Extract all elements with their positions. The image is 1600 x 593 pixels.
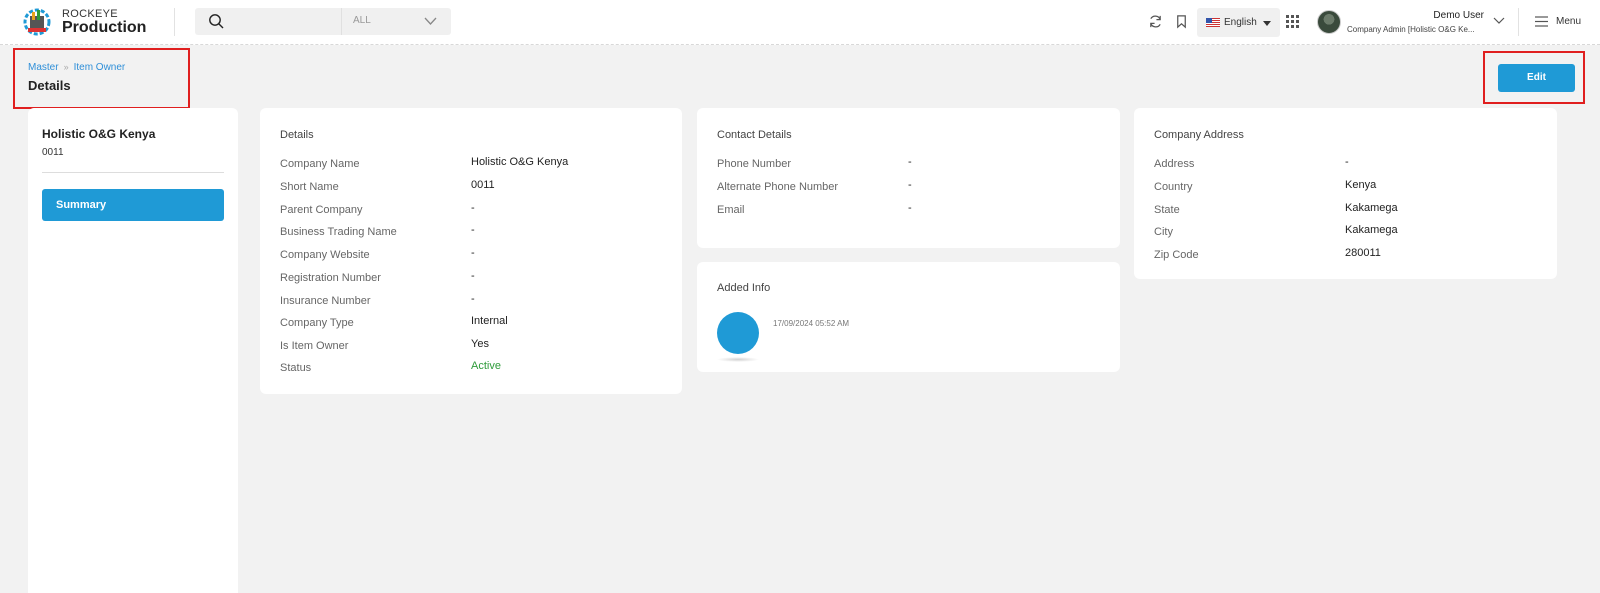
field-value: - bbox=[1345, 156, 1349, 168]
divider bbox=[174, 8, 175, 36]
added-timestamp: 17/09/2024 05:52 AM bbox=[773, 319, 850, 328]
apps-grid-icon[interactable] bbox=[1286, 15, 1299, 28]
field-value: Yes bbox=[471, 338, 489, 350]
search-scope-value: ALL bbox=[353, 15, 371, 26]
field-value: - bbox=[908, 156, 912, 168]
user-role: Company Admin [Holistic O&G Ke... bbox=[1347, 25, 1475, 34]
menu-label: Menu bbox=[1556, 16, 1582, 27]
divider bbox=[42, 172, 224, 173]
avatar-shadow bbox=[717, 357, 759, 362]
summary-panel: Holistic O&G Kenya 0011 Summary bbox=[28, 108, 238, 593]
added-info-title: Added Info bbox=[717, 282, 771, 294]
field-value: Internal bbox=[471, 315, 508, 327]
field-label: Is Item Owner bbox=[280, 340, 349, 352]
field-value: 0011 bbox=[471, 179, 495, 191]
field-value: - bbox=[471, 293, 475, 305]
bookmark-icon[interactable] bbox=[1174, 14, 1189, 29]
brand-title: Production bbox=[62, 19, 147, 36]
field-value: - bbox=[471, 202, 475, 214]
field-label: Alternate Phone Number bbox=[717, 181, 839, 193]
avatar bbox=[717, 312, 759, 354]
field-label: City bbox=[1154, 226, 1173, 238]
address-card: Company Address Address - Country Kenya … bbox=[1134, 108, 1557, 279]
field-label: Email bbox=[717, 204, 745, 216]
field-value: - bbox=[471, 247, 475, 259]
field-label: State bbox=[1154, 204, 1180, 216]
field-value: Holistic O&G Kenya bbox=[471, 156, 569, 168]
field-label: Company Name bbox=[280, 158, 360, 170]
highlight-box bbox=[1483, 51, 1585, 104]
field-label: Registration Number bbox=[280, 272, 381, 284]
details-title: Details bbox=[280, 129, 314, 141]
summary-tab[interactable]: Summary bbox=[42, 189, 224, 221]
search-icon[interactable] bbox=[208, 13, 224, 29]
details-card: Details Company Name Holistic O&G Kenya … bbox=[260, 108, 682, 394]
avatar[interactable] bbox=[1317, 10, 1341, 34]
field-value: Kenya bbox=[1345, 179, 1377, 191]
hamburger-icon bbox=[1535, 16, 1548, 27]
top-bar: ROCKEYE Production ALL English Demo User… bbox=[0, 0, 1600, 45]
field-label: Short Name bbox=[280, 181, 339, 193]
highlight-box bbox=[13, 48, 190, 109]
divider bbox=[1518, 8, 1519, 36]
field-label: Status bbox=[280, 362, 312, 374]
address-title: Company Address bbox=[1154, 129, 1244, 141]
field-label: Zip Code bbox=[1154, 249, 1199, 261]
chevron-down-icon[interactable] bbox=[1493, 16, 1505, 25]
field-value: - bbox=[908, 179, 912, 191]
field-value: - bbox=[908, 202, 912, 214]
field-label: Insurance Number bbox=[280, 295, 371, 307]
user-name[interactable]: Demo User bbox=[1433, 10, 1484, 21]
field-label: Address bbox=[1154, 158, 1195, 170]
contact-title: Contact Details bbox=[717, 129, 792, 141]
language-select[interactable]: English bbox=[1197, 8, 1280, 37]
field-value: - bbox=[471, 224, 475, 236]
contact-card: Contact Details Phone Number - Alternate… bbox=[697, 108, 1120, 248]
field-value: 280011 bbox=[1345, 247, 1381, 259]
org-name: Holistic O&G Kenya bbox=[42, 127, 156, 141]
search-scope-select[interactable]: ALL bbox=[341, 8, 451, 35]
status-badge: Active bbox=[471, 360, 501, 372]
field-value: Kakamega bbox=[1345, 202, 1398, 214]
global-search[interactable]: ALL bbox=[195, 8, 451, 35]
field-label: Company Website bbox=[280, 249, 370, 261]
language-value: English bbox=[1224, 17, 1257, 28]
refresh-icon[interactable] bbox=[1148, 14, 1163, 29]
field-label: Phone Number bbox=[717, 158, 791, 170]
field-value: Kakamega bbox=[1345, 224, 1398, 236]
field-label: Parent Company bbox=[280, 204, 363, 216]
us-flag-icon bbox=[1206, 18, 1220, 27]
field-label: Company Type bbox=[280, 317, 354, 329]
chevron-down-icon bbox=[424, 17, 437, 25]
menu-button[interactable]: Menu bbox=[1535, 15, 1595, 31]
field-label: Country bbox=[1154, 181, 1193, 193]
org-code: 0011 bbox=[42, 147, 64, 158]
gear-logo-icon[interactable] bbox=[22, 6, 52, 38]
field-value: - bbox=[471, 270, 475, 282]
field-label: Business Trading Name bbox=[280, 226, 397, 238]
added-info-card: Added Info 17/09/2024 05:52 AM bbox=[697, 262, 1120, 372]
caret-down-icon bbox=[1263, 21, 1271, 26]
